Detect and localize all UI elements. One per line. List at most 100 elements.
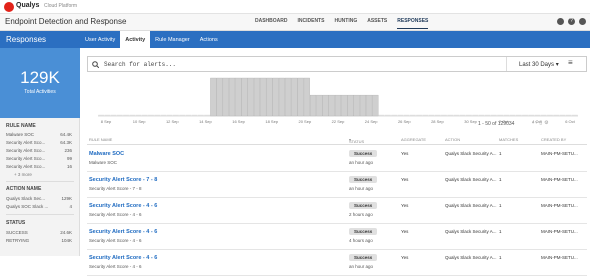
chart-bar[interactable]: [104, 114, 111, 116]
chart-bar[interactable]: [328, 94, 335, 117]
nav-dashboard[interactable]: DASHBOARD: [255, 18, 288, 29]
chart-bar[interactable]: [228, 77, 236, 117]
tab-rule-manager[interactable]: Rule Manager: [150, 31, 195, 48]
search-input[interactable]: Search for alerts...: [104, 61, 176, 68]
chart-bar[interactable]: [253, 77, 261, 117]
user-icon[interactable]: [557, 18, 564, 25]
chart-bar[interactable]: [185, 114, 192, 116]
chart-bar[interactable]: [565, 114, 572, 116]
rule-name-link[interactable]: Malware SOC: [89, 151, 124, 157]
rule-name-link[interactable]: Security Alert Score - 7 - 8: [89, 177, 157, 183]
chart-bar[interactable]: [173, 114, 179, 116]
chart-bar[interactable]: [459, 114, 466, 116]
table-row[interactable]: Malware SOC Malware SOC Success an hour ago…: [87, 146, 587, 172]
chart-bar[interactable]: [341, 94, 348, 117]
chart-bar[interactable]: [497, 114, 503, 116]
chart-bar[interactable]: [210, 77, 217, 117]
chart-bar[interactable]: [303, 77, 310, 117]
chart-bar[interactable]: [353, 94, 360, 117]
chart-bar[interactable]: [116, 114, 123, 116]
chart-bar[interactable]: [409, 114, 416, 116]
chart-bar[interactable]: [285, 77, 292, 117]
chart-bar[interactable]: [347, 94, 354, 117]
tab-activity[interactable]: Activity: [120, 31, 151, 48]
table-row[interactable]: Security Alert Score - 7 - 8 Security Ale…: [87, 172, 587, 198]
chart-bar[interactable]: [428, 114, 435, 116]
chart-bar[interactable]: [478, 114, 485, 116]
notifications-icon[interactable]: [579, 18, 586, 25]
chart-bar[interactable]: [291, 77, 298, 117]
chart-bar[interactable]: [272, 77, 279, 117]
col-matches[interactable]: MATCHES: [499, 137, 518, 142]
chart-bar[interactable]: [247, 77, 254, 117]
chart-bar[interactable]: [472, 114, 479, 116]
col-aggregate[interactable]: AGGREGATE: [401, 137, 426, 142]
chart-bar[interactable]: [266, 77, 273, 117]
date-range-select[interactable]: Last 30 Days ▾: [506, 57, 572, 71]
chart-bar[interactable]: [553, 114, 560, 116]
chart-bar[interactable]: [378, 114, 385, 116]
chart-bar[interactable]: [141, 114, 148, 116]
chart-bar[interactable]: [571, 114, 578, 116]
chart-bar[interactable]: [98, 114, 105, 116]
chart-bar[interactable]: [434, 114, 441, 116]
chart-bar[interactable]: [528, 114, 535, 116]
chart-bar[interactable]: [260, 77, 267, 117]
chevron-down-icon[interactable]: ▼: [103, 18, 108, 24]
rule-name-link[interactable]: Security Alert Score - 4 - 6: [89, 229, 157, 235]
nav-incidents[interactable]: INCIDENTS: [298, 18, 325, 29]
rule-filter-item[interactable]: Security Alert Sco... 16: [6, 164, 72, 169]
status-filter-item[interactable]: SUCCESS 24.6K: [6, 230, 72, 235]
chart-bar[interactable]: [397, 114, 404, 116]
chart-bar[interactable]: [547, 114, 553, 116]
chart-bar[interactable]: [366, 94, 373, 117]
rule-name-link[interactable]: Security Alert Score - 4 - 6: [89, 203, 157, 209]
chart-bar[interactable]: [160, 114, 167, 116]
nav-assets[interactable]: ASSETS: [367, 18, 387, 29]
chart-bar[interactable]: [372, 94, 379, 117]
chart-bar[interactable]: [322, 94, 329, 117]
tab-actions[interactable]: Actions: [195, 31, 223, 48]
table-row[interactable]: Security Alert Score - 4 - 6 Security Ale…: [87, 198, 587, 224]
action-filter-item[interactable]: Qualys SOC Slack ... 4: [6, 204, 72, 209]
chart-bar[interactable]: [197, 114, 204, 116]
chart-bar[interactable]: [148, 114, 154, 116]
chart-bar[interactable]: [384, 114, 391, 116]
chart-bar[interactable]: [391, 114, 398, 116]
chart-bar[interactable]: [123, 114, 129, 116]
chart-bar[interactable]: [241, 77, 248, 117]
chart-bar[interactable]: [403, 114, 410, 116]
chart-bar[interactable]: [309, 94, 317, 117]
chart-bar[interactable]: [216, 77, 223, 117]
chart-bar[interactable]: [154, 114, 161, 116]
col-rule-name[interactable]: RULE NAME: [89, 137, 112, 142]
chart-bar[interactable]: [447, 114, 454, 116]
chart-bar[interactable]: [465, 114, 472, 116]
rule-filter-item[interactable]: Security Alert Sco... 99: [6, 156, 72, 161]
chart-bar[interactable]: [359, 94, 367, 117]
chart-bar[interactable]: [334, 94, 342, 117]
chart-bar[interactable]: [503, 114, 510, 116]
table-row[interactable]: Security Alert Score - 4 - 6 Security Ale…: [87, 250, 587, 276]
status-filter-item[interactable]: RETRYING 104K: [6, 238, 72, 243]
chart-bar[interactable]: [129, 114, 136, 116]
chart-bar[interactable]: [222, 77, 229, 117]
chart-bar[interactable]: [316, 94, 323, 117]
help-icon[interactable]: ?: [568, 18, 575, 25]
col-action[interactable]: ACTION: [445, 137, 460, 142]
col-created-by[interactable]: CREATED BY: [541, 137, 566, 142]
chart-bar[interactable]: [135, 114, 142, 116]
chart-bar[interactable]: [490, 114, 497, 116]
chart-bar[interactable]: [484, 114, 491, 116]
chart-bar[interactable]: [204, 114, 211, 116]
rule-filter-item[interactable]: Security Alert Sco... 64.3K: [6, 140, 72, 145]
chart-bar[interactable]: [297, 77, 304, 117]
rule-filter-item[interactable]: Malware SOC 64.4K: [6, 132, 72, 137]
chart-bar[interactable]: [559, 114, 566, 116]
chart-bar[interactable]: [278, 77, 285, 117]
chart-bar[interactable]: [540, 114, 547, 116]
show-more-link[interactable]: + 3 more: [14, 172, 32, 177]
chart-bar[interactable]: [191, 114, 198, 116]
chart-bar[interactable]: [179, 114, 186, 116]
chart-bar[interactable]: [235, 77, 242, 117]
